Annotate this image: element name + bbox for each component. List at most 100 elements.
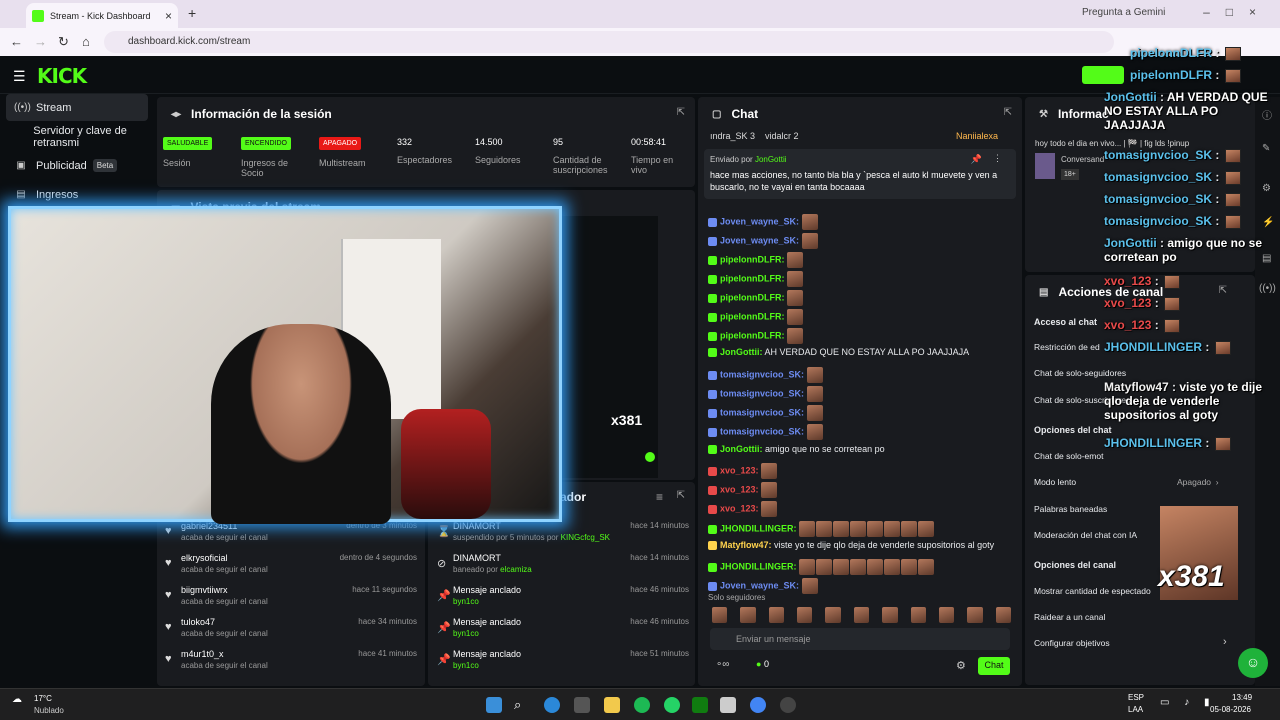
emote-bar[interactable]	[712, 607, 1012, 623]
emote-icon[interactable]	[882, 607, 898, 623]
browser-tab[interactable]: Stream - Kick Dashboard ×	[26, 3, 178, 28]
chat-username[interactable]: xvo_123:	[720, 484, 759, 494]
goals-row[interactable]: Configurar objetivos	[1034, 638, 1110, 648]
windows-start-icon[interactable]	[486, 697, 502, 713]
moderation-row[interactable]: 📌 Mensaje anclado byn1co hace 46 minutos	[437, 617, 689, 649]
follower-row[interactable]: ♥ elkrysoficial acaba de seguir el canal de…	[165, 553, 417, 585]
chat-message[interactable]: pipelonnDLFR:	[708, 290, 804, 306]
slow-mode-row[interactable]: Modo lento	[1034, 477, 1076, 487]
sidebar-item-advertising[interactable]: ▣ Publicidad Beta	[6, 152, 148, 179]
moderation-row[interactable]: ⊘ DINAMORT baneado por elcamiza hace 14 min…	[437, 553, 689, 585]
expand-icon[interactable]: ⇱	[677, 490, 685, 501]
emote-icon[interactable]	[967, 607, 983, 623]
chat-message[interactable]: pipelonnDLFR:	[708, 271, 804, 287]
emote-icon[interactable]	[853, 607, 870, 623]
url-field[interactable]: dashboard.kick.com/stream	[104, 31, 1114, 53]
chat-username[interactable]: tomasignvcioo_SK:	[720, 426, 804, 436]
chat-username[interactable]: tomasignvcioo_SK:	[720, 388, 804, 398]
emote-icon[interactable]	[825, 607, 841, 623]
clock-time[interactable]: 13:49	[1232, 693, 1252, 702]
chat-message[interactable]: Joven_wayne_SK:	[708, 578, 819, 594]
follower-row[interactable]: ♥ biigmvtiiwrx acaba de seguir el canal hac…	[165, 585, 417, 617]
system-tray-icons[interactable]: ▭ ♪ ▮	[1160, 697, 1216, 708]
back-icon[interactable]: ←	[10, 34, 23, 49]
chat-username[interactable]: pipelonnDLFR:	[720, 311, 785, 321]
spotify-icon[interactable]	[634, 697, 650, 713]
emote-icon[interactable]	[910, 607, 926, 623]
layout[interactable]: LAA	[1128, 705, 1143, 714]
emote-icon[interactable]	[712, 607, 728, 623]
more-icon[interactable]: ⋮	[993, 153, 1002, 164]
chat-username[interactable]: xvo_123:	[720, 503, 759, 513]
pinned-message[interactable]: Enviado por JonGottii 📌 ⋮ hace mas accio…	[704, 149, 1016, 199]
chat-message[interactable]: tomasignvcioo_SK:	[708, 405, 824, 421]
language[interactable]: ESP	[1128, 693, 1144, 702]
chat-username[interactable]: JHONDILLINGER:	[720, 561, 797, 571]
chat-message[interactable]: xvo_123:	[708, 482, 778, 498]
whatsapp-icon[interactable]	[664, 697, 680, 713]
emote-icon[interactable]	[938, 607, 955, 623]
moderation-row[interactable]: 📌 Mensaje anclado byn1co hace 46 minutos	[437, 585, 689, 617]
chat-message[interactable]: tomasignvcioo_SK:	[708, 386, 824, 402]
sidebar-item-server-key[interactable]: Servidor y clave de retransmi	[6, 123, 148, 150]
chat-username[interactable]: Joven_wayne_SK:	[720, 216, 799, 226]
chat-username[interactable]: xvo_123:	[720, 465, 759, 475]
restriction-row[interactable]: Restricción de ed	[1034, 342, 1100, 352]
emote-icon[interactable]	[740, 607, 756, 623]
folder-icon[interactable]	[604, 697, 620, 713]
store-icon[interactable]	[574, 697, 590, 713]
reload-icon[interactable]: ↻	[58, 34, 69, 50]
chat-message[interactable]: pipelonnDLFR:	[708, 309, 804, 325]
search-icon[interactable]: ⌕	[514, 697, 530, 713]
kick-logo[interactable]: KICK	[37, 64, 87, 88]
moderation-row[interactable]: ⌛ DINAMORT suspendido por 5 minutos por KI…	[437, 521, 689, 553]
chat-message[interactable]: tomasignvcioo_SK:	[708, 424, 824, 440]
filter-icon[interactable]: ≡	[656, 490, 663, 504]
chat-message[interactable]: JHONDILLINGER:	[708, 559, 935, 575]
chat-username[interactable]: pipelonnDLFR:	[720, 254, 785, 264]
gear-icon[interactable]: ⚙	[956, 659, 966, 672]
emote-only-row[interactable]: Chat de solo-emot	[1034, 451, 1103, 461]
edge-icon[interactable]	[544, 697, 560, 713]
chat-username[interactable]: pipelonnDLFR:	[720, 273, 785, 283]
chat-input[interactable]: Enviar un mensaje	[710, 628, 1010, 650]
new-tab-icon[interactable]: +	[188, 5, 196, 21]
chat-username[interactable]: tomasignvcioo_SK:	[720, 369, 804, 379]
assistant-fab-icon[interactable]: ☺	[1238, 648, 1268, 678]
chat-message[interactable]: pipelonnDLFR:	[708, 252, 804, 268]
chevron-right-icon[interactable]: ›	[1223, 636, 1227, 648]
expand-icon[interactable]: ⇱	[1004, 107, 1012, 118]
moderation-row[interactable]: 📌 Mensaje anclado byn1co hace 51 minutos	[437, 649, 689, 681]
pin-icon[interactable]: 📌	[971, 154, 982, 165]
follower-row[interactable]: ♥ tuloko47 acaba de seguir el canal hace 34…	[165, 617, 417, 649]
expand-icon[interactable]: ⇱	[677, 107, 685, 118]
follower-row[interactable]: ♥ gabriel234511 acaba de seguir el canal de…	[165, 521, 417, 553]
chat-username[interactable]: JonGottii:	[720, 444, 763, 454]
chat-message[interactable]: Joven_wayne_SK:	[708, 214, 819, 230]
chrome-icon[interactable]	[750, 697, 766, 713]
obs-icon[interactable]	[780, 697, 796, 713]
chat-username[interactable]: tomasignvcioo_SK:	[720, 407, 804, 417]
chat-message[interactable]: JonGottii: amigo que no se corretean po	[708, 444, 885, 455]
chat-username[interactable]: pipelonnDLFR:	[720, 330, 785, 340]
window-controls[interactable]: –□×	[1203, 5, 1272, 19]
snipping-icon[interactable]	[720, 697, 736, 713]
home-icon[interactable]: ⌂	[82, 34, 90, 49]
chat-message[interactable]: JonGottii: AH VERDAD QUE NO ESTAY ALLA P…	[708, 347, 969, 358]
settings-dots-icon[interactable]: ∘∞	[716, 659, 729, 670]
weather-icon[interactable]: ☁	[12, 694, 22, 705]
forward-icon[interactable]: →	[34, 34, 47, 49]
menu-icon[interactable]: ☰	[13, 68, 26, 85]
chat-message[interactable]: JHONDILLINGER:	[708, 521, 935, 537]
chat-username[interactable]: Joven_wayne_SK:	[720, 235, 799, 245]
chat-message[interactable]: xvo_123:	[708, 501, 778, 517]
chat-message[interactable]: Matyflow47: viste yo te dije qlo deja de…	[708, 540, 994, 551]
follower-row[interactable]: ♥ m4ur1t0_x acaba de seguir el canal hace 4…	[165, 649, 417, 681]
ai-moderation-row[interactable]: Moderación del chat con IA	[1034, 530, 1137, 540]
emote-icon[interactable]	[768, 607, 785, 623]
gemini-button[interactable]: Pregunta a Gemini	[1082, 7, 1165, 18]
show-viewers-row[interactable]: Mostrar cantidad de espectado	[1034, 586, 1151, 596]
chat-message[interactable]: tomasignvcioo_SK:	[708, 367, 824, 383]
chat-message[interactable]: pipelonnDLFR:	[708, 328, 804, 344]
close-tab-icon[interactable]: ×	[165, 9, 172, 23]
